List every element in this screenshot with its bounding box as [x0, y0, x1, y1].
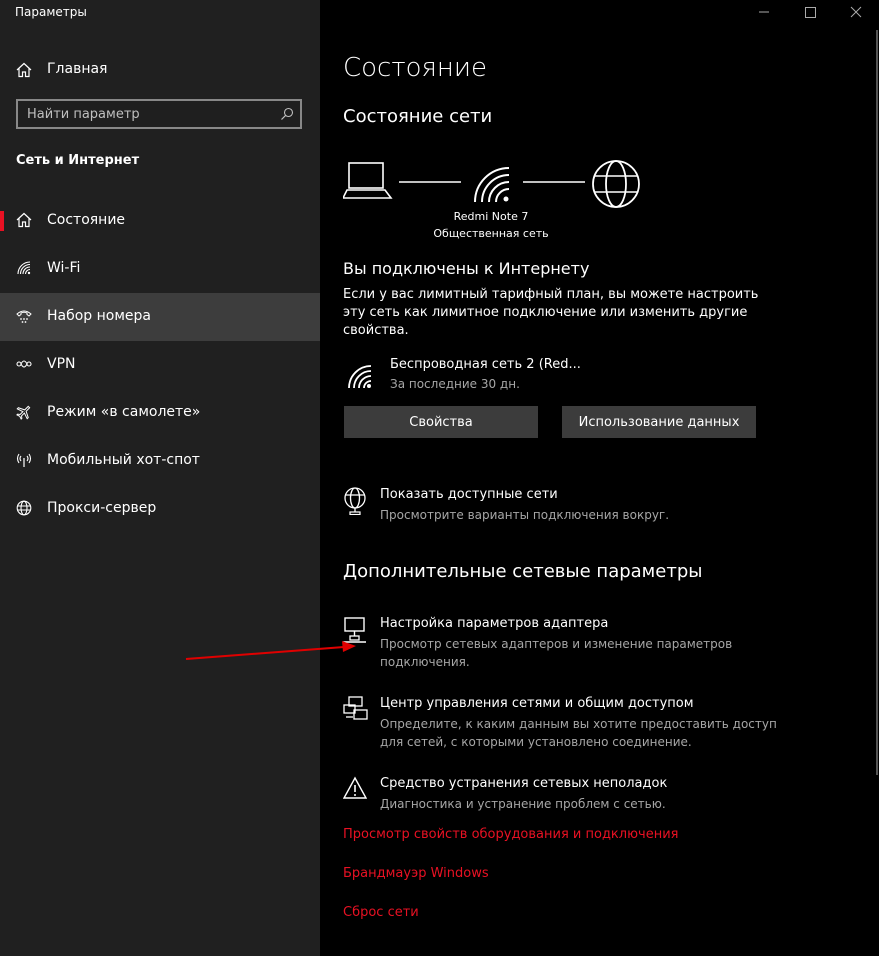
device-name: Redmi Note 7 — [453, 210, 529, 223]
troubleshooter-item[interactable]: Средство устранения сетевых неполадок Ди… — [343, 776, 803, 816]
sidebar-item-label: Режим «в самолете» — [47, 404, 201, 420]
item-desc: Просмотр сетевых адаптеров и изменение п… — [380, 637, 733, 669]
properties-button[interactable]: Свойства — [344, 406, 538, 438]
globe-network-icon — [344, 487, 366, 515]
sidebar-item-label: Прокси-сервер — [47, 500, 157, 516]
search-input[interactable] — [18, 101, 268, 127]
item-desc: Определите, к каким данным вы хотите пре… — [380, 717, 777, 749]
item-desc: Диагностика и устранение проблем с сетью… — [380, 797, 666, 811]
network-status-title: Состояние сети — [343, 106, 493, 127]
globe-icon — [16, 500, 32, 516]
show-networks-item[interactable]: Показать доступные сети Просмотрите вари… — [343, 487, 803, 527]
item-desc: Просмотрите варианты подключения вокруг. — [380, 508, 670, 522]
scrollbar[interactable] — [876, 30, 878, 775]
item-title: Настройка параметров адаптера — [380, 616, 609, 631]
home-link[interactable]: Главная — [0, 54, 320, 86]
data-usage-button[interactable]: Использование данных — [562, 406, 756, 438]
maximize-button[interactable] — [787, 0, 833, 28]
home-icon — [16, 212, 32, 228]
wifi-icon — [348, 365, 372, 389]
search-icon[interactable] — [280, 107, 294, 121]
dialup-icon — [16, 310, 32, 323]
vpn-icon — [16, 360, 32, 368]
sidebar-item-wifi[interactable]: Wi-Fi — [0, 245, 320, 293]
connection-sub: За последние 30 дн. — [390, 377, 520, 391]
wifi-icon — [17, 261, 31, 275]
sidebar: Параметры Главная Сеть и Интернет Состоя… — [0, 0, 320, 956]
item-title: Показать доступные сети — [380, 487, 558, 502]
search-box — [16, 99, 302, 129]
section-title: Сеть и Интернет — [16, 153, 140, 168]
sidebar-item-label: VPN — [47, 356, 76, 372]
minimize-icon — [759, 11, 769, 13]
firewall-link[interactable]: Брандмауэр Windows — [343, 866, 489, 881]
maximize-icon — [805, 7, 816, 18]
connection-name: Беспроводная сеть 2 (Red... — [390, 357, 581, 372]
warning-icon — [343, 776, 367, 799]
laptop-icon — [343, 162, 393, 199]
sidebar-item-label: Набор номера — [47, 308, 152, 324]
hotspot-icon — [16, 453, 32, 467]
item-title: Центр управления сетями и общим доступом — [380, 696, 694, 711]
network-center-item[interactable]: Центр управления сетями и общим доступом… — [343, 696, 803, 750]
internet-globe-icon — [592, 160, 640, 208]
adapter-icon — [343, 617, 366, 643]
sidebar-item-label: Wi-Fi — [47, 260, 81, 276]
sidebar-item-airplane[interactable]: Режим «в самолете» — [0, 389, 320, 437]
hardware-properties-link[interactable]: Просмотр свойств оборудования и подключе… — [343, 827, 679, 842]
sidebar-item-vpn[interactable]: VPN — [0, 341, 320, 389]
minimize-button[interactable] — [741, 0, 787, 28]
close-button[interactable] — [833, 0, 879, 28]
home-icon — [16, 62, 32, 78]
sidebar-item-status[interactable]: Состояние — [0, 197, 320, 245]
advanced-title: Дополнительные сетевые параметры — [343, 561, 703, 582]
close-icon — [850, 6, 862, 18]
airplane-icon — [16, 405, 31, 420]
adapter-settings-item[interactable]: Настройка параметров адаптера Просмотр с… — [343, 616, 803, 670]
sidebar-item-dialup[interactable]: Набор номера — [0, 293, 320, 341]
connected-title: Вы подключены к Интернету — [343, 259, 590, 278]
network-reset-link[interactable]: Сброс сети — [343, 905, 419, 920]
network-sharing-icon — [343, 696, 368, 720]
selection-indicator — [0, 211, 4, 231]
network-type: Общественная сеть — [433, 227, 549, 240]
app-title: Параметры — [15, 5, 87, 19]
sidebar-item-label: Мобильный хот-спот — [47, 452, 200, 468]
item-title: Средство устранения сетевых неполадок — [380, 776, 668, 791]
page-title: Состояние — [343, 53, 488, 83]
sidebar-item-label: Состояние — [47, 212, 126, 228]
wifi-signal-icon — [474, 167, 510, 203]
sidebar-item-hotspot[interactable]: Мобильный хот-спот — [0, 437, 320, 485]
sidebar-item-proxy[interactable]: Прокси-сервер — [0, 485, 320, 533]
network-diagram — [343, 160, 640, 208]
connected-text: Если у вас лимитный тарифный план, вы мо… — [343, 287, 759, 338]
home-label: Главная — [47, 61, 108, 77]
